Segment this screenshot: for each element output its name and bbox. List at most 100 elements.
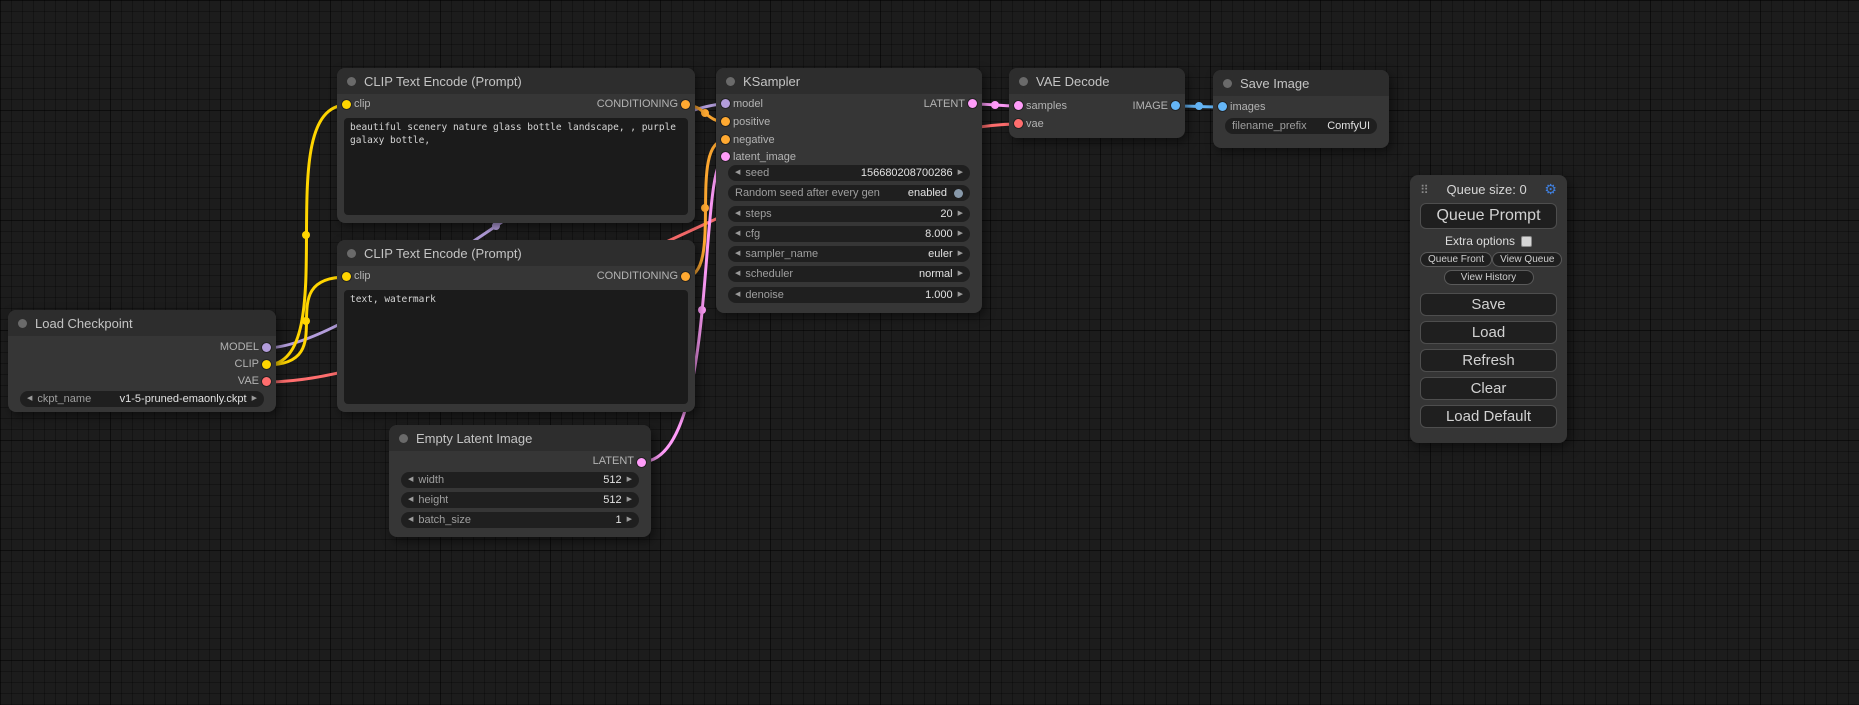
input-slot-label-clip: clip xyxy=(354,98,371,111)
prompt-text-widget[interactable]: beautiful scenery nature glass bottle la… xyxy=(344,118,688,215)
input-port-clip[interactable] xyxy=(342,272,351,281)
decrement-arrow-icon[interactable]: ◀ xyxy=(735,226,740,242)
wire-midpoint-dot[interactable] xyxy=(302,231,310,239)
node-title-bar[interactable]: KSampler xyxy=(716,68,982,94)
node-status-dot-icon xyxy=(347,249,356,258)
widget-width[interactable]: ◀ width 512 ▶ xyxy=(401,472,639,488)
node-title: Empty Latent Image xyxy=(416,431,532,446)
widget-cfg[interactable]: ◀ cfg 8.000 ▶ xyxy=(728,226,970,242)
decrement-arrow-icon[interactable]: ◀ xyxy=(735,287,740,303)
widget-random-seed-toggle[interactable]: Random seed after every gen enabled xyxy=(728,185,970,201)
widget-sampler-name[interactable]: ◀ sampler_name euler ▶ xyxy=(728,246,970,262)
settings-gear-icon[interactable]: ⚙ xyxy=(1544,181,1557,198)
queue-front-button[interactable]: Queue Front xyxy=(1420,252,1492,267)
node-vae-decode[interactable]: VAE Decode samples vae IMAGE xyxy=(1009,68,1185,138)
load-button[interactable]: Load xyxy=(1420,321,1557,344)
decrement-arrow-icon[interactable]: ◀ xyxy=(735,206,740,222)
extra-options-checkbox[interactable] xyxy=(1521,236,1532,247)
wire-midpoint-dot[interactable] xyxy=(302,317,310,325)
output-port-conditioning[interactable] xyxy=(681,100,690,109)
input-port-images[interactable] xyxy=(1218,102,1227,111)
comfyui-canvas[interactable]: Load Checkpoint MODEL CLIP VAE ◀ ckpt_na… xyxy=(0,0,1859,705)
refresh-button[interactable]: Refresh xyxy=(1420,349,1557,372)
increment-arrow-icon[interactable]: ▶ xyxy=(958,206,963,222)
widget-label: height xyxy=(418,492,448,508)
decrement-arrow-icon[interactable]: ◀ xyxy=(408,512,413,528)
node-title-bar[interactable]: Empty Latent Image xyxy=(389,425,651,451)
node-status-dot-icon xyxy=(1019,77,1028,86)
node-empty-latent-image[interactable]: Empty Latent Image LATENT ◀ width 512 ▶ … xyxy=(389,425,651,537)
widget-scheduler[interactable]: ◀ scheduler normal ▶ xyxy=(728,266,970,282)
widget-value: 1 xyxy=(615,512,621,528)
widget-batch-size[interactable]: ◀ batch_size 1 ▶ xyxy=(401,512,639,528)
widget-seed[interactable]: ◀ seed 156680208700286 ▶ xyxy=(728,165,970,181)
view-history-button[interactable]: View History xyxy=(1444,270,1534,285)
node-save-image[interactable]: Save Image images filename_prefix ComfyU… xyxy=(1213,70,1389,148)
increment-arrow-icon[interactable]: ▶ xyxy=(627,472,632,488)
increment-arrow-icon[interactable]: ▶ xyxy=(252,391,257,407)
output-port-conditioning[interactable] xyxy=(681,272,690,281)
node-title-bar[interactable]: Load Checkpoint xyxy=(8,310,276,336)
wire-midpoint-dot[interactable] xyxy=(991,101,999,109)
input-port-model[interactable] xyxy=(721,99,730,108)
widget-steps[interactable]: ◀ steps 20 ▶ xyxy=(728,206,970,222)
node-load-checkpoint[interactable]: Load Checkpoint MODEL CLIP VAE ◀ ckpt_na… xyxy=(8,310,276,412)
output-slot-label-vae: VAE xyxy=(238,375,259,388)
widget-ckpt-name[interactable]: ◀ ckpt_name v1-5-pruned-emaonly.ckpt ▶ xyxy=(20,391,264,407)
decrement-arrow-icon[interactable]: ◀ xyxy=(27,391,32,407)
queue-prompt-button[interactable]: Queue Prompt xyxy=(1420,203,1557,229)
widget-label: steps xyxy=(745,206,771,222)
load-default-button[interactable]: Load Default xyxy=(1420,405,1557,428)
decrement-arrow-icon[interactable]: ◀ xyxy=(735,246,740,262)
output-port-clip[interactable] xyxy=(262,360,271,369)
input-port-negative[interactable] xyxy=(721,135,730,144)
wire-midpoint-dot[interactable] xyxy=(701,204,709,212)
wire-midpoint-dot[interactable] xyxy=(701,109,709,117)
widget-denoise[interactable]: ◀ denoise 1.000 ▶ xyxy=(728,287,970,303)
decrement-arrow-icon[interactable]: ◀ xyxy=(735,266,740,282)
increment-arrow-icon[interactable]: ▶ xyxy=(958,266,963,282)
increment-arrow-icon[interactable]: ▶ xyxy=(958,287,963,303)
wire-midpoint-dot[interactable] xyxy=(698,306,706,314)
wire-midpoint-dot[interactable] xyxy=(1195,102,1203,110)
input-port-vae[interactable] xyxy=(1014,119,1023,128)
node-title: CLIP Text Encode (Prompt) xyxy=(364,246,522,261)
output-slot-label-latent: LATENT xyxy=(924,98,965,111)
input-port-clip[interactable] xyxy=(342,100,351,109)
node-title-bar[interactable]: CLIP Text Encode (Prompt) xyxy=(337,68,695,94)
decrement-arrow-icon[interactable]: ◀ xyxy=(408,472,413,488)
widget-height[interactable]: ◀ height 512 ▶ xyxy=(401,492,639,508)
clear-button[interactable]: Clear xyxy=(1420,377,1557,400)
output-port-latent[interactable] xyxy=(637,458,646,467)
view-queue-button[interactable]: View Queue xyxy=(1492,252,1562,267)
output-port-model[interactable] xyxy=(262,343,271,352)
wire-midpoint-dot[interactable] xyxy=(492,222,500,230)
node-title-bar[interactable]: VAE Decode xyxy=(1009,68,1185,94)
input-port-positive[interactable] xyxy=(721,117,730,126)
input-port-samples[interactable] xyxy=(1014,101,1023,110)
input-port-latent-image[interactable] xyxy=(721,152,730,161)
node-ksampler[interactable]: KSampler model positive negative latent_… xyxy=(716,68,982,313)
node-title-bar[interactable]: Save Image xyxy=(1213,70,1389,96)
queue-pill-row: Queue Front View Queue xyxy=(1420,252,1557,267)
output-port-image[interactable] xyxy=(1171,101,1180,110)
increment-arrow-icon[interactable]: ▶ xyxy=(958,165,963,181)
output-port-latent[interactable] xyxy=(968,99,977,108)
increment-arrow-icon[interactable]: ▶ xyxy=(958,226,963,242)
output-port-vae[interactable] xyxy=(262,377,271,386)
prompt-text-widget[interactable]: text, watermark xyxy=(344,290,688,404)
increment-arrow-icon[interactable]: ▶ xyxy=(627,512,632,528)
node-clip-text-encode-positive[interactable]: CLIP Text Encode (Prompt) clip CONDITION… xyxy=(337,68,695,223)
drag-handle-icon[interactable]: ⠿ xyxy=(1420,183,1429,197)
node-clip-text-encode-negative[interactable]: CLIP Text Encode (Prompt) clip CONDITION… xyxy=(337,240,695,412)
comfy-menu-panel[interactable]: ⠿ Queue size: 0 ⚙ Queue Prompt Extra opt… xyxy=(1410,175,1567,443)
toggle-knob-icon[interactable] xyxy=(954,189,963,198)
node-title-bar[interactable]: CLIP Text Encode (Prompt) xyxy=(337,240,695,266)
decrement-arrow-icon[interactable]: ◀ xyxy=(408,492,413,508)
widget-filename-prefix[interactable]: filename_prefix ComfyUI xyxy=(1225,118,1377,134)
increment-arrow-icon[interactable]: ▶ xyxy=(958,246,963,262)
increment-arrow-icon[interactable]: ▶ xyxy=(627,492,632,508)
save-button[interactable]: Save xyxy=(1420,293,1557,316)
widget-value: 156680208700286 xyxy=(861,165,953,181)
decrement-arrow-icon[interactable]: ◀ xyxy=(735,165,740,181)
